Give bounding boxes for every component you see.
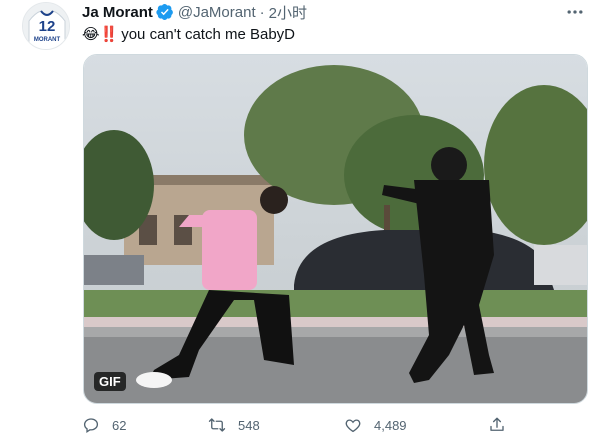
tweet-timestamp[interactable]: 2小时 — [269, 2, 307, 23]
author-name[interactable]: Ja Morant — [82, 4, 153, 21]
tweet-header: Ja Morant @JaMorant · 2小时 — [82, 2, 307, 22]
more-icon[interactable] — [565, 2, 585, 22]
jersey-avatar-image: 12 MORANT — [23, 3, 69, 49]
avatar-jersey-name: MORANT — [34, 37, 61, 43]
tweet-actions: 62 548 4,489 — [82, 416, 588, 440]
gif-frame-image — [84, 55, 587, 403]
gif-badge: GIF — [94, 372, 126, 391]
like-icon — [345, 419, 361, 433]
like-count: 4,489 — [374, 417, 407, 433]
like-button[interactable]: 4,489 — [344, 416, 407, 434]
tweet-emoji: 😂‼️ — [82, 25, 119, 43]
gif-media[interactable]: GIF — [83, 54, 588, 404]
avatar-jersey-number: 12 — [39, 18, 56, 35]
share-icon — [490, 417, 504, 431]
reply-count: 62 — [112, 417, 127, 433]
retweet-count: 548 — [238, 417, 260, 433]
reply-icon — [83, 418, 99, 434]
tweet[interactable]: 12 MORANT Ja Morant @JaMorant · 2小时 😂‼️ … — [0, 0, 599, 443]
tweet-text: 😂‼️ you can't catch me BabyD — [82, 24, 295, 44]
reply-button[interactable]: 62 — [82, 416, 126, 434]
retweet-button[interactable]: 548 — [208, 416, 260, 434]
share-button[interactable] — [488, 416, 518, 434]
verified-badge-icon — [156, 3, 173, 21]
avatar[interactable]: 12 MORANT — [22, 2, 70, 50]
author-handle[interactable]: @JaMorant — [178, 4, 256, 21]
retweet-icon — [208, 418, 226, 432]
separator-dot: · — [259, 3, 265, 21]
tweet-text-content: you can't catch me BabyD — [121, 25, 296, 43]
